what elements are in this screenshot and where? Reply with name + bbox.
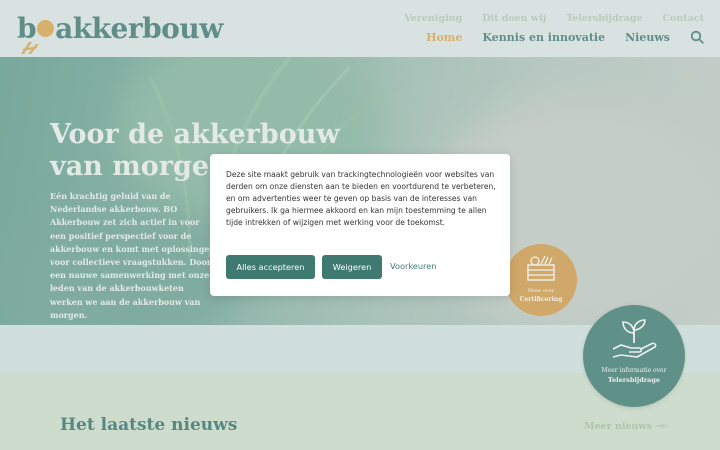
preferences-link[interactable]: Voorkeuren: [390, 261, 436, 271]
cookie-consent-text: Deze site maakt gebruik van trackingtech…: [226, 170, 496, 227]
accept-all-button[interactable]: Alles accepteren: [226, 255, 315, 279]
cookie-consent-dialog: Deze site maakt gebruik van trackingtech…: [210, 154, 510, 296]
decline-button[interactable]: Weigeren: [322, 255, 382, 279]
